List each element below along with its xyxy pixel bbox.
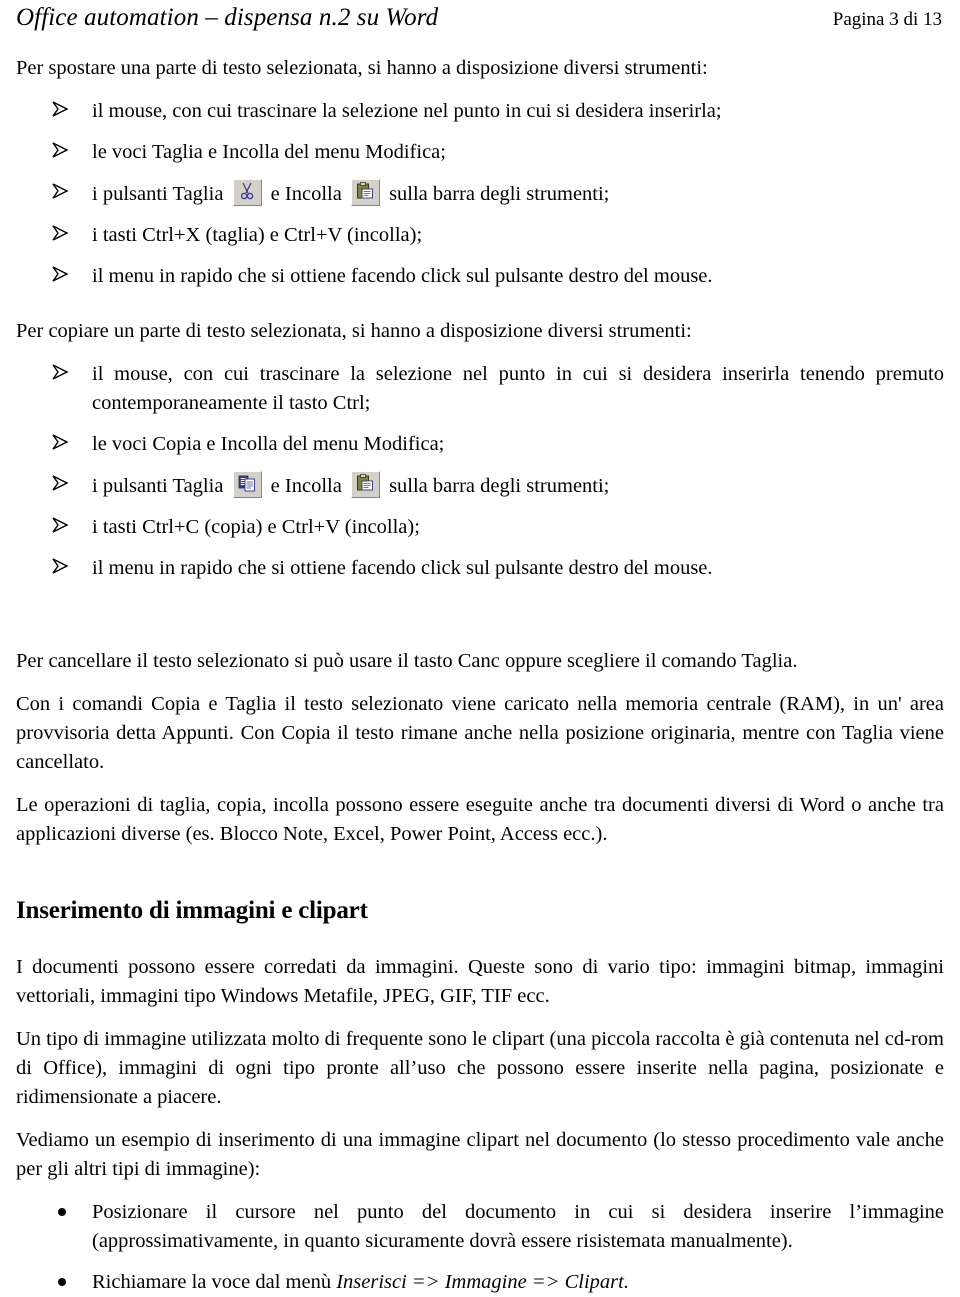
list-item: il mouse, con cui trascinare la selezion… <box>16 360 944 418</box>
arrow-bullet-icon <box>50 431 72 453</box>
paragraph-clipboard: Con i comandi Copia e Taglia il testo se… <box>16 693 944 773</box>
paragraph-move-intro: Per spostare una parte di testo selezion… <box>16 57 708 79</box>
header-page-number: Pagina 3 di 13 <box>832 9 942 30</box>
list-item-label: Posizionare il cursore nel punto del doc… <box>92 1201 944 1252</box>
list-item: Posizionare il cursore nel punto del doc… <box>16 1198 944 1256</box>
list-item-middle: e Incolla <box>270 183 347 205</box>
list-item: le voci Taglia e Incolla del menu Modifi… <box>16 138 944 167</box>
arrow-bullet-icon <box>50 222 72 244</box>
copy-tools-list: il mouse, con cui trascinare la selezion… <box>16 360 944 583</box>
arrow-bullet-icon <box>50 555 72 577</box>
document-body: Per spostare una parte di testo selezion… <box>16 40 944 1297</box>
list-item-with-icons: i pulsanti Taglia e Incolla sulla barra … <box>16 179 944 209</box>
clipart-steps-list: Posizionare il cursore nel punto del doc… <box>16 1198 944 1297</box>
list-item: i tasti Ctrl+X (taglia) e Ctrl+V (incoll… <box>16 221 944 250</box>
paste-clipboard-icon[interactable] <box>350 179 380 206</box>
list-item: le voci Copia e Incolla del menu Modific… <box>16 430 944 459</box>
header-document-title: Office automation – dispensa n.2 su Word <box>16 4 439 31</box>
menu-path-label: Inserisci => Immagine => Clipart. <box>336 1271 629 1293</box>
page-header: Office automation – dispensa n.2 su Word… <box>16 0 944 40</box>
cut-scissors-icon[interactable] <box>232 179 262 206</box>
page-section-heading: Inserimento di immagini e clipart <box>16 897 368 924</box>
document-page: Office automation – dispensa n.2 su Word… <box>0 0 960 1295</box>
list-item: Richiamare la voce dal menù Inserisci =>… <box>16 1268 944 1297</box>
list-item: il menu in rapido che si ottiene facendo… <box>16 554 944 583</box>
paste-clipboard-icon[interactable] <box>350 471 380 498</box>
list-item-suffix: sulla barra degli strumenti; <box>389 475 610 497</box>
list-item-label: i tasti Ctrl+C (copia) e Ctrl+V (incolla… <box>92 516 420 538</box>
move-tools-list: il mouse, con cui trascinare la selezion… <box>16 97 944 291</box>
list-item-label: il mouse, con cui trascinare la selezion… <box>92 363 944 414</box>
list-item: il mouse, con cui trascinare la selezion… <box>16 97 944 126</box>
arrow-bullet-icon <box>50 472 72 494</box>
list-item: i tasti Ctrl+C (copia) e Ctrl+V (incolla… <box>16 513 944 542</box>
arrow-bullet-icon <box>50 514 72 536</box>
list-item-label: i tasti Ctrl+X (taglia) e Ctrl+V (incoll… <box>92 224 423 246</box>
list-item: il menu in rapido che si ottiene facendo… <box>16 262 944 291</box>
paragraph-copy-intro: Per copiare un parte di testo selezionat… <box>16 320 692 342</box>
list-item-label: le voci Taglia e Incolla del menu Modifi… <box>92 141 446 163</box>
arrow-bullet-icon <box>50 98 72 120</box>
paragraph-clipart-example-intro: Vediamo un esempio di inserimento di una… <box>16 1129 944 1180</box>
paragraph-clipart-description: Un tipo di immagine utilizzata molto di … <box>16 1028 944 1108</box>
list-item-label: il mouse, con cui trascinare la selezion… <box>92 100 722 122</box>
list-item-middle: e Incolla <box>270 475 347 497</box>
arrow-bullet-icon <box>50 139 72 161</box>
dot-bullet-icon <box>58 1278 66 1286</box>
list-item-prefix: Richiamare la voce dal menù <box>92 1271 332 1293</box>
paragraph-cross-application: Le operazioni di taglia, copia, incolla … <box>16 794 944 845</box>
list-item-suffix: sulla barra degli strumenti; <box>389 183 610 205</box>
copy-documents-icon[interactable] <box>232 471 262 498</box>
paragraph-delete-text: Per cancellare il testo selezionato si p… <box>16 650 798 672</box>
list-item-label: il menu in rapido che si ottiene facendo… <box>92 265 713 287</box>
list-item-prefix: i pulsanti Taglia <box>92 475 224 497</box>
arrow-bullet-icon <box>50 263 72 285</box>
arrow-bullet-icon <box>50 361 72 383</box>
list-item-with-icons: i pulsanti Taglia e Incolla sulla barra … <box>16 471 944 501</box>
arrow-bullet-icon <box>50 180 72 202</box>
list-item-label: le voci Copia e Incolla del menu Modific… <box>92 433 445 455</box>
list-item-label: il menu in rapido che si ottiene facendo… <box>92 557 713 579</box>
dot-bullet-icon <box>58 1208 66 1216</box>
paragraph-images-intro: I documenti possono essere corredati da … <box>16 956 944 1007</box>
list-item-prefix: i pulsanti Taglia <box>92 183 224 205</box>
